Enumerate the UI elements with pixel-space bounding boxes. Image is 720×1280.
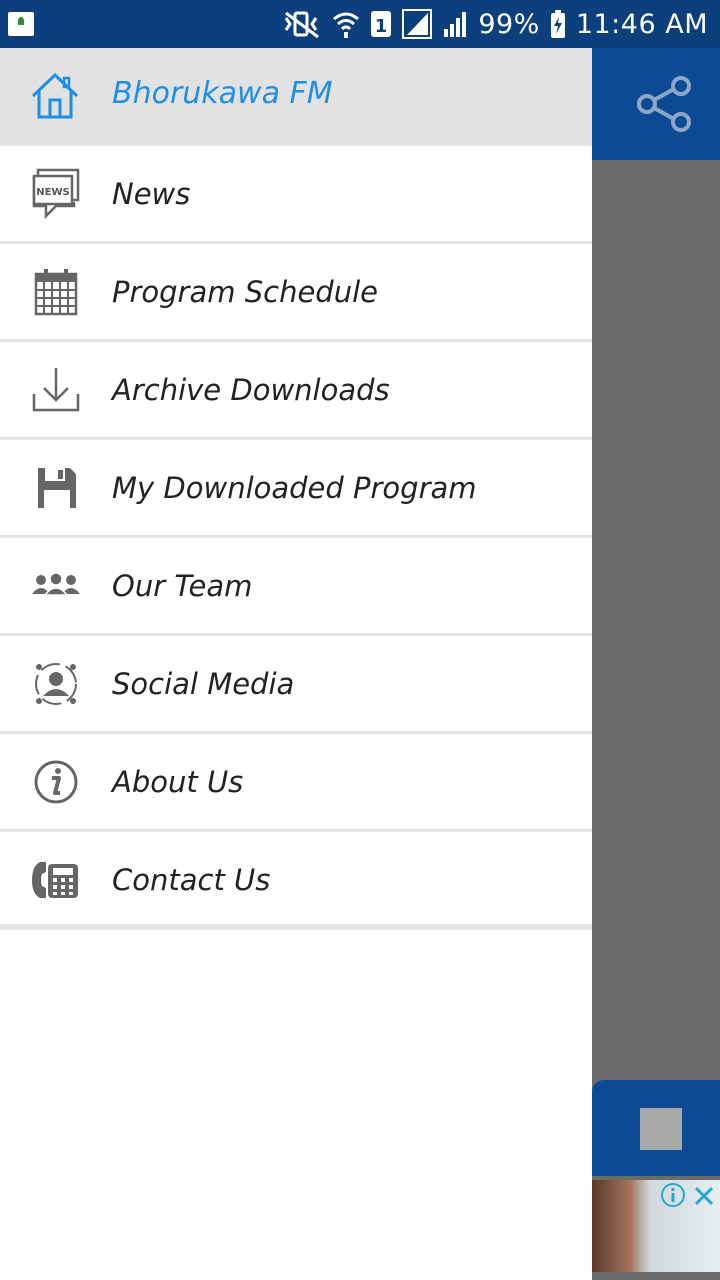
calendar-icon <box>30 266 82 318</box>
save-icon <box>30 462 82 514</box>
menu-item-label: Contact Us <box>112 863 271 897</box>
menu-item-label: About Us <box>112 765 244 799</box>
app-title: Bhorukawa FM <box>112 76 333 111</box>
menu-item-about-us[interactable]: About Us <box>0 734 592 832</box>
phone-icon <box>30 854 82 906</box>
drawer-header[interactable]: Bhorukawa FM <box>0 48 592 146</box>
social-media-icon <box>30 658 82 710</box>
team-icon <box>30 560 82 612</box>
clock: 11:46 AM <box>575 8 708 40</box>
battery-charging-icon <box>550 9 566 39</box>
sim-1-icon: 1 <box>370 9 392 39</box>
menu-item-program-schedule[interactable]: Program Schedule <box>0 244 592 342</box>
signal-icon <box>442 9 468 39</box>
info-icon <box>30 756 82 808</box>
download-icon <box>30 364 82 416</box>
home-icon <box>30 72 80 120</box>
status-bar: 1 99% 11:46 AM <box>0 0 720 48</box>
menu-item-my-downloaded-program[interactable]: My Downloaded Program <box>0 440 592 538</box>
ad-close-icon[interactable] <box>692 1184 716 1208</box>
share-icon[interactable] <box>637 76 693 132</box>
signal-icon <box>402 9 433 39</box>
menu-item-archive-downloads[interactable]: Archive Downloads <box>0 342 592 440</box>
news-icon: NEWS <box>30 168 82 220</box>
menu-item-label: Archive Downloads <box>112 373 390 407</box>
menu-item-label: Program Schedule <box>112 275 378 309</box>
app-notification-icon <box>8 12 34 36</box>
svg-text:1: 1 <box>375 16 388 37</box>
menu-item-label: Our Team <box>112 569 253 603</box>
menu-item-contact-us[interactable]: Contact Us <box>0 832 592 930</box>
navigation-drawer: Bhorukawa FM NEWS News Program Schedule … <box>0 48 592 1280</box>
menu-item-label: News <box>112 177 191 211</box>
menu-item-social-media[interactable]: Social Media <box>0 636 592 734</box>
menu-item-our-team[interactable]: Our Team <box>0 538 592 636</box>
status-icons: 1 99% 11:46 AM <box>282 6 708 42</box>
stop-button[interactable] <box>640 1108 682 1150</box>
svg-text:NEWS: NEWS <box>36 187 69 198</box>
ad-info-icon[interactable] <box>660 1182 686 1208</box>
menu-item-label: Social Media <box>112 667 295 701</box>
drawer-menu: NEWS News Program Schedule Archive Downl… <box>0 146 592 930</box>
menu-item-news[interactable]: NEWS News <box>0 146 592 244</box>
mute-vibrate-icon <box>282 9 322 39</box>
menu-item-label: My Downloaded Program <box>112 471 477 505</box>
wifi-icon <box>332 9 360 39</box>
battery-percent: 99% <box>478 8 540 40</box>
